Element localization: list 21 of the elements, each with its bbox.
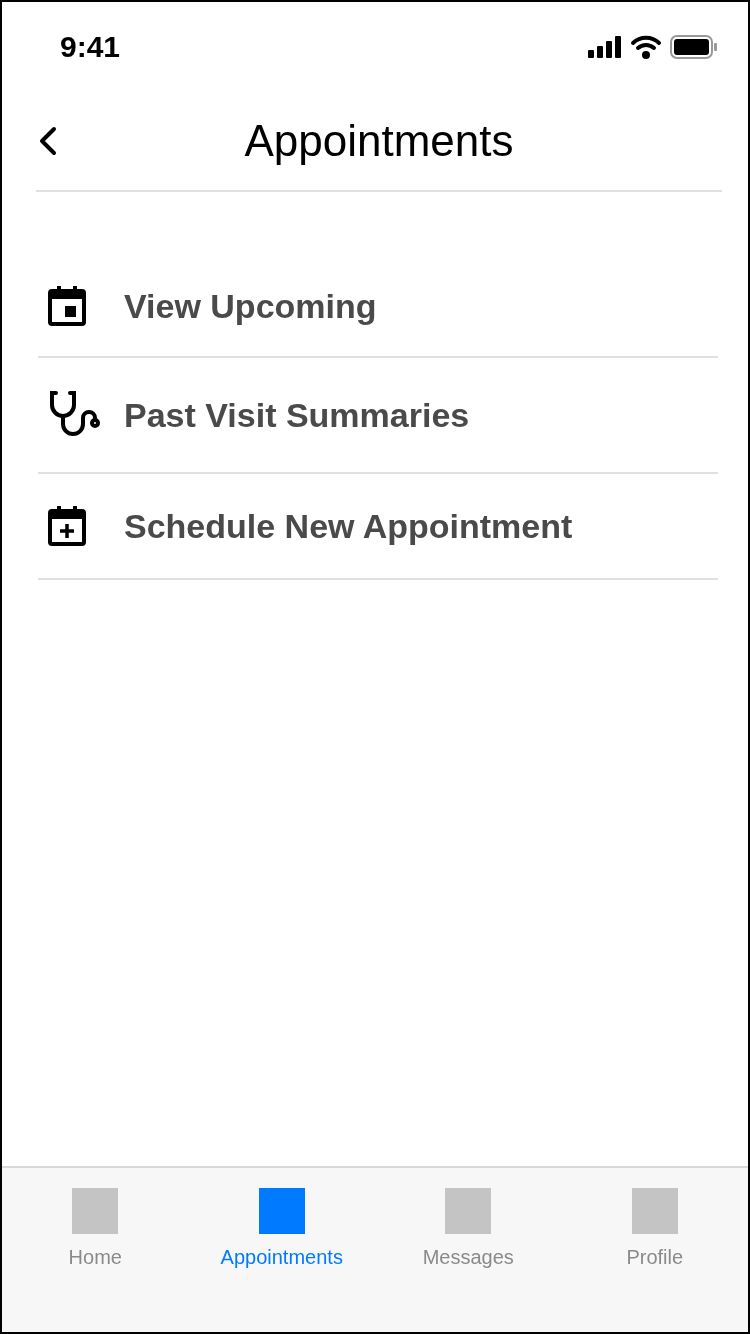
status-time: 9:41 <box>60 30 121 64</box>
tab-icon <box>72 1188 119 1234</box>
menu-item[interactable]: Past Visit Summaries <box>38 358 718 474</box>
menu-item[interactable]: Schedule New Appointment <box>38 474 718 580</box>
menu-item[interactable]: View Upcoming <box>38 256 718 358</box>
wifi-icon <box>630 35 662 59</box>
calendar-icon <box>48 286 86 326</box>
page-title: Appointments <box>244 116 514 166</box>
tab-item[interactable]: Home <box>2 1168 189 1332</box>
tab-item[interactable]: Appointments <box>188 1168 375 1332</box>
tab-item[interactable]: Profile <box>561 1168 748 1332</box>
tab-item[interactable]: Messages <box>375 1168 562 1332</box>
tab-icon <box>631 1188 678 1234</box>
calendar-plus-icon <box>48 506 86 546</box>
menu-item-label: View Upcoming <box>124 286 377 326</box>
menu-item-label: Past Visit Summaries <box>124 395 470 435</box>
battery-icon <box>670 35 718 59</box>
tab-icon <box>445 1188 492 1234</box>
tab-icon <box>258 1188 305 1234</box>
menu-item-label: Schedule New Appointment <box>124 506 573 546</box>
signal-icon <box>588 36 622 58</box>
